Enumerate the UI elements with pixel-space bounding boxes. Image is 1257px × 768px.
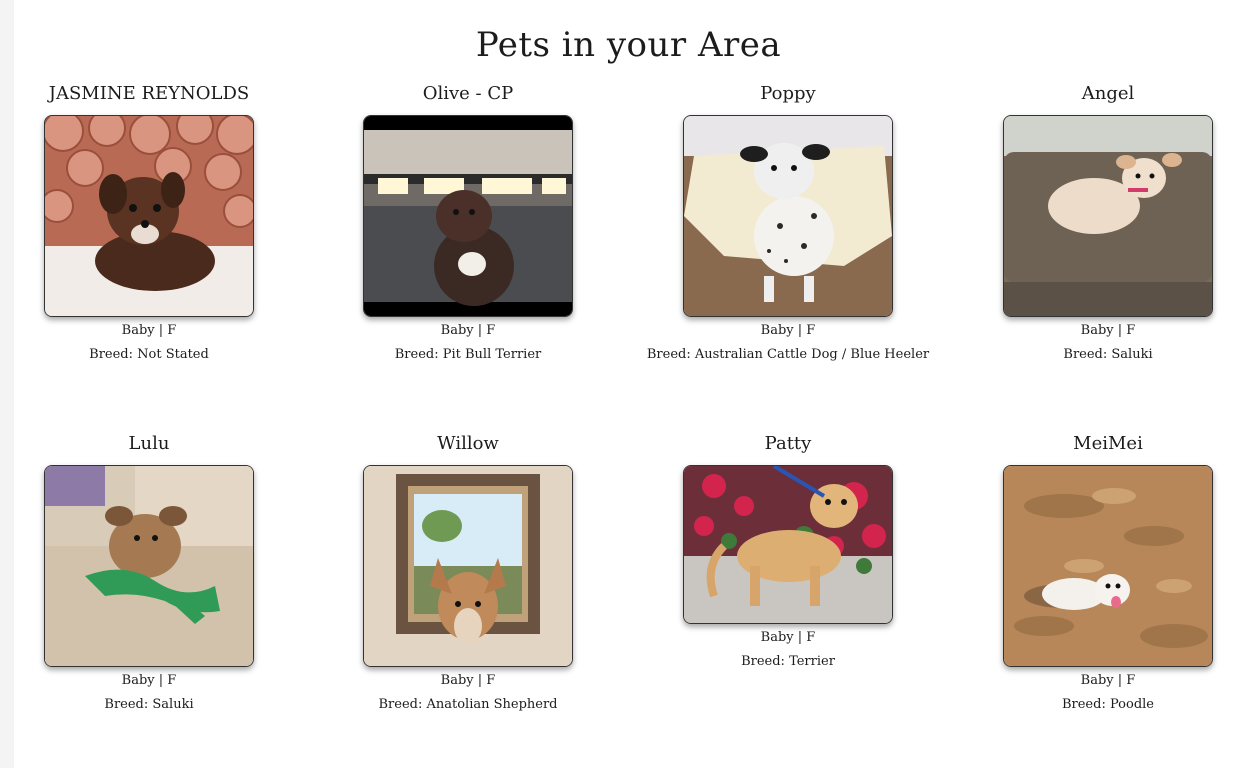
pet-breed: Breed: Pit Bull Terrier	[394, 347, 542, 362]
pet-name[interactable]: Lulu	[0, 432, 309, 456]
pet-name[interactable]: Angel	[948, 82, 1257, 106]
pet-photo[interactable]	[683, 115, 893, 317]
pet-card[interactable]: Patty Baby | F Breed: Terrier	[628, 432, 948, 674]
pet-name[interactable]: Poppy	[628, 82, 948, 106]
pet-card[interactable]: MeiMei Baby | F Breed: Poodle	[948, 432, 1257, 717]
pet-breed: Breed: Poodle	[1061, 697, 1155, 712]
pet-breed: Breed: Not Stated	[89, 347, 209, 362]
pet-card[interactable]: Olive - CP Baby | F Breed: Pit Bull Terr…	[308, 82, 628, 367]
pet-card[interactable]: Willow Baby | F Breed: Anatolian Shepher…	[308, 432, 628, 717]
pet-card[interactable]: JASMINE REYNOLDS Baby | F Breed: Not Sta…	[0, 82, 309, 367]
pet-photo[interactable]	[44, 465, 254, 667]
pet-age-sex: Baby | F	[440, 673, 496, 688]
pet-name[interactable]: Olive - CP	[308, 82, 628, 106]
pet-photo[interactable]	[1003, 115, 1213, 317]
pet-age-sex: Baby | F	[760, 630, 816, 645]
pet-card[interactable]: Angel Baby | F Breed: Saluki	[948, 82, 1257, 367]
pet-breed: Breed: Saluki	[1063, 347, 1153, 362]
pet-photo[interactable]	[363, 465, 573, 667]
pet-age-sex: Baby | F	[1080, 323, 1136, 338]
pet-age-sex: Baby | F	[121, 323, 177, 338]
pets-grid: JASMINE REYNOLDS Baby | F Breed: Not Sta…	[0, 0, 1257, 768]
pet-card[interactable]: Poppy Baby | F Breed: Australian Cattle …	[628, 82, 948, 367]
pet-breed: Breed: Saluki	[104, 697, 194, 712]
pet-breed: Breed: Terrier	[741, 654, 835, 669]
pet-breed: Breed: Australian Cattle Dog / Blue Heel…	[646, 347, 930, 362]
pet-name[interactable]: JASMINE REYNOLDS	[0, 82, 309, 106]
pet-photo[interactable]	[1003, 465, 1213, 667]
pet-photo[interactable]	[683, 465, 893, 624]
pet-age-sex: Baby | F	[440, 323, 496, 338]
pet-name[interactable]: Patty	[628, 432, 948, 456]
pet-age-sex: Baby | F	[1080, 673, 1136, 688]
pet-age-sex: Baby | F	[121, 673, 177, 688]
pet-photo[interactable]	[44, 115, 254, 317]
pet-photo[interactable]	[363, 115, 573, 317]
pet-age-sex: Baby | F	[760, 323, 816, 338]
pet-name[interactable]: MeiMei	[948, 432, 1257, 456]
pet-breed: Breed: Anatolian Shepherd	[378, 697, 558, 712]
pet-card[interactable]: Lulu Baby | F Breed: Saluki	[0, 432, 309, 717]
pet-name[interactable]: Willow	[308, 432, 628, 456]
